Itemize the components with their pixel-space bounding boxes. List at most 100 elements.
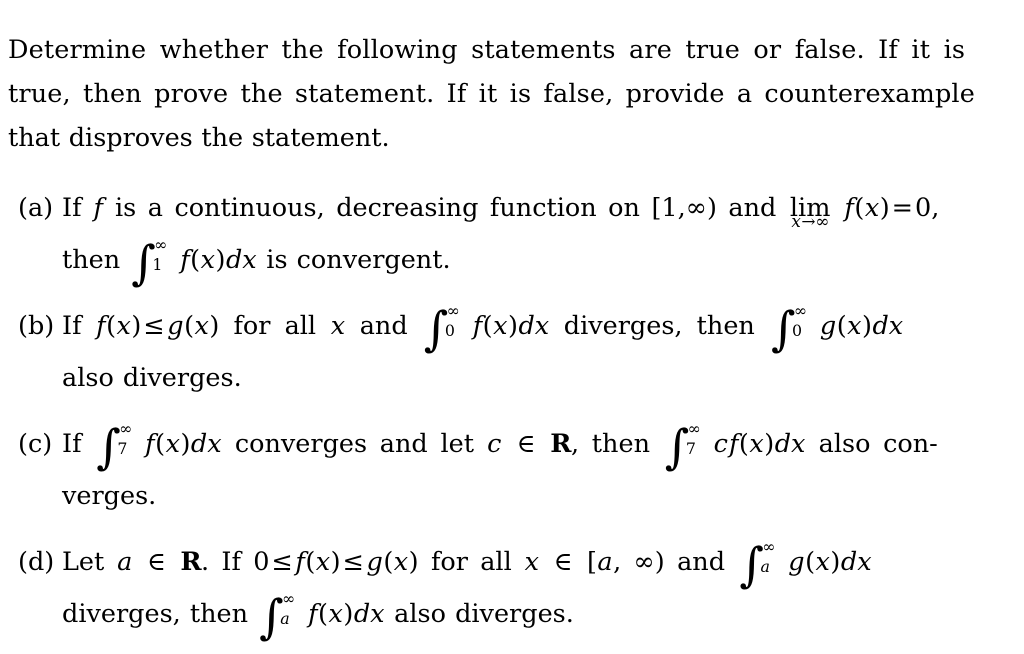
paren-close: ) — [131, 311, 142, 341]
text-and: and — [359, 311, 408, 341]
text-comma-then: , then — [571, 429, 650, 459]
intro-line-3: that disproves the statement. — [8, 123, 390, 153]
item-c-line-1: If ∫ ∞ 7 f(x)dx converges and let c ∈ R, th… — [62, 418, 938, 472]
math-g: g — [366, 547, 383, 577]
math-g: g — [167, 311, 184, 341]
math-x: x — [749, 429, 764, 459]
math-dx: dx — [225, 245, 257, 275]
integral-lower-limit: 1 — [152, 255, 163, 275]
paren-open: ( — [854, 193, 865, 223]
text-also-diverges: also diverges. — [394, 599, 574, 629]
integral-0-to-infinity-f: ∫ ∞ 0 — [424, 303, 466, 354]
item-body-c: If ∫ ∞ 7 f(x)dx converges and let c ∈ R, th… — [62, 418, 938, 522]
text-if: If — [62, 311, 82, 341]
math-c: c — [487, 429, 502, 459]
less-equal-sign: ≤ — [271, 547, 293, 577]
math-dx: dx — [840, 547, 872, 577]
less-equal-sign: ≤ — [342, 547, 364, 577]
integral-7-to-infinity-cf: ∫ ∞ 7 — [665, 421, 707, 472]
item-d-line-2: diverges, then ∫ ∞ a f(x)dx also diverges. — [62, 588, 928, 642]
bracket-open: [ — [586, 547, 597, 577]
math-f: f — [295, 547, 305, 577]
paren-close: ) — [180, 429, 191, 459]
page-canvas: Determine whether the following statemen… — [0, 0, 1024, 642]
integral-7-to-infinity-f: ∫ ∞ 7 — [96, 421, 138, 472]
math-x: x — [493, 311, 508, 341]
paren-close: ) — [830, 547, 841, 577]
item-b-line-1: If f(x)≤g(x) for all x and ∫ ∞ 0 f(x)dx div… — [62, 300, 928, 354]
bracket-close: ) — [654, 547, 665, 577]
text-diverges-then: diverges, then — [563, 311, 755, 341]
item-a-line-2: then ∫ ∞ 1 f(x)dx is convergent. — [62, 234, 928, 288]
math-x: x — [315, 547, 331, 577]
text-period-if: . If — [201, 547, 241, 577]
math-g: g — [819, 311, 837, 341]
math-a: a — [117, 547, 133, 577]
text-if: If — [62, 193, 82, 223]
math-f: f — [145, 429, 155, 459]
paren-close: ) — [209, 311, 220, 341]
math-zero: 0 — [915, 193, 932, 223]
integral-limits: ∞ 7 — [117, 421, 139, 460]
text-for-all: for all — [430, 547, 512, 577]
math-dx: dx — [190, 429, 222, 459]
integral-0-to-infinity-g: ∫ ∞ 0 — [771, 303, 813, 354]
math-x: x — [393, 547, 409, 577]
math-f: f — [308, 599, 318, 629]
math-x: x — [864, 193, 880, 223]
math-f: f — [728, 429, 739, 459]
paren-open: ( — [383, 547, 394, 577]
math-x: x — [524, 547, 539, 577]
integral-limits: ∞ a — [760, 539, 782, 578]
text-and: ) and — [706, 193, 777, 223]
math-dx: dx — [774, 429, 806, 459]
paren-open: ( — [805, 547, 816, 577]
integral-limits: ∞ 0 — [792, 303, 814, 342]
element-of-sign: ∈ — [516, 429, 536, 459]
limit-sub-variable: x — [791, 211, 801, 232]
integral-limits: ∞ 1 — [152, 237, 174, 276]
list-item-b: (b) If f(x)≤g(x) for all x and ∫ ∞ 0 f(x)dx… — [0, 300, 1024, 404]
math-x: x — [330, 311, 346, 341]
item-label-a: (a) — [18, 193, 54, 223]
paren-close: ) — [330, 547, 341, 577]
text-is-convergent: is convergent. — [266, 245, 451, 275]
math-x: x — [194, 311, 209, 341]
integral-1-to-infinity: ∫ ∞ 1 — [131, 237, 173, 288]
text-for-all: for all — [233, 311, 317, 341]
integral-lower-limit: 7 — [117, 439, 128, 459]
list-item-a: (a) If f is a continuous, decreasing fun… — [0, 182, 1024, 288]
item-label-d: (d) — [18, 547, 55, 577]
math-dx: dx — [353, 599, 385, 629]
paren-open: ( — [190, 245, 201, 275]
intro-paragraph: Determine whether the following statemen… — [8, 28, 975, 160]
integral-upper-limit: ∞ — [154, 235, 168, 255]
paren-close: ) — [343, 599, 354, 629]
integral-a-to-infinity-f: ∫ ∞ a — [259, 591, 301, 642]
integral-lower-limit: 0 — [792, 321, 803, 341]
integral-limits: ∞ a — [280, 591, 302, 630]
paren-open: ( — [106, 311, 117, 341]
math-real-numbers-set: R — [550, 429, 571, 459]
integral-a-to-infinity-g: ∫ ∞ a — [739, 539, 781, 590]
item-label-c: (c) — [18, 429, 53, 459]
integral-lower-limit: 7 — [685, 439, 696, 459]
math-dx: dx — [518, 311, 550, 341]
paren-open: ( — [738, 429, 749, 459]
paren-open: ( — [305, 547, 316, 577]
integral-upper-limit: ∞ — [446, 301, 460, 321]
item-body-b: If f(x)≤g(x) for all x and ∫ ∞ 0 f(x)dx div… — [62, 300, 928, 404]
integral-limits: ∞ 7 — [685, 421, 707, 460]
math-infinity: ∞ — [685, 193, 707, 223]
text-then: then — [62, 245, 121, 275]
list-item-c: (c) If ∫ ∞ 7 f(x)dx converges and let c ∈ R… — [0, 418, 1024, 522]
math-dx: dx — [872, 311, 904, 341]
math-real-numbers-set: R — [180, 547, 202, 577]
math-f: f — [93, 193, 103, 223]
text-and: and — [677, 547, 726, 577]
text-diverges-then: diverges, then — [62, 599, 249, 629]
item-c-line-2: verges. — [62, 481, 157, 511]
item-body-d: Let a ∈ R. If 0≤f(x)≤g(x) for all x ∈ [a… — [62, 536, 928, 642]
element-of-sign: ∈ — [147, 547, 166, 577]
math-g: g — [788, 547, 805, 577]
